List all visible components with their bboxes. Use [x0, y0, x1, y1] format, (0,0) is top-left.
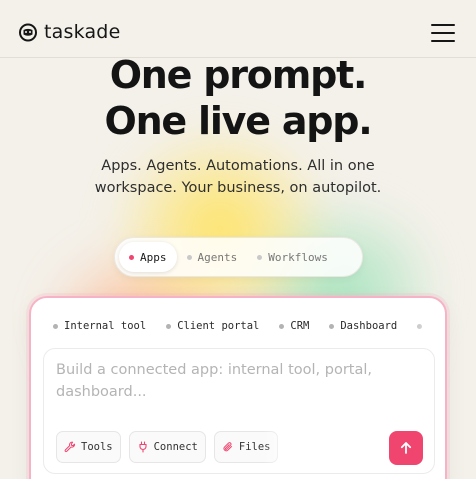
connect-button-label: Connect: [153, 441, 198, 453]
tab-agents[interactable]: Agents: [177, 242, 248, 272]
chip-crm[interactable]: CRM: [279, 320, 309, 332]
dot-icon: [329, 323, 335, 329]
wrench-icon: [64, 441, 76, 453]
hero-title-line-1: One prompt.: [109, 53, 368, 97]
dot-icon: [279, 323, 285, 329]
brand-logo[interactable]: taskade: [18, 20, 120, 44]
prompt-card: Internal tool Client portal CRM Dashboar…: [29, 296, 447, 479]
toolbar-fade: [262, 431, 302, 465]
brand-name: taskade: [44, 21, 121, 43]
tab-agents-label: Agents: [197, 250, 238, 264]
tab-workflows-label: Workflows: [268, 250, 328, 264]
dot-icon: [166, 323, 172, 329]
hero: One prompt. One live app. Apps. Agents. …: [0, 52, 476, 199]
hero-title-line-2: One live app.: [104, 99, 372, 143]
active-dot-icon: [129, 254, 134, 260]
prompt-input[interactable]: [56, 359, 396, 419]
send-button[interactable]: [389, 431, 423, 465]
hero-subtitle: Apps. Agents. Automations. All in one wo…: [0, 155, 476, 199]
dot-icon: [186, 254, 192, 260]
prompt-toolbar: Tools Connect Files: [56, 431, 279, 463]
taskade-logo-icon: [19, 23, 37, 42]
chips-fade: [405, 312, 445, 340]
chip-label: Internal tool: [64, 320, 147, 332]
suggestion-chips: Internal tool Client portal CRM Dashboar…: [53, 320, 445, 332]
hero-title: One prompt. One live app.: [0, 52, 476, 144]
arrow-up-icon: [400, 442, 412, 454]
hero-subtitle-line-1: Apps. Agents. Automations. All in one: [101, 158, 375, 174]
tab-apps[interactable]: Apps: [119, 242, 177, 272]
chip-label: Dashboard: [340, 320, 398, 332]
connect-button[interactable]: Connect: [128, 431, 206, 463]
site-header: taskade: [0, 0, 476, 58]
paperclip-icon: [223, 442, 232, 452]
tab-apps-label: Apps: [140, 250, 167, 264]
dot-icon: [257, 254, 263, 260]
hamburger-menu-icon[interactable]: [431, 24, 455, 42]
tools-button-label: Tools: [81, 441, 113, 453]
chip-label: CRM: [290, 320, 310, 332]
dot-icon: [53, 323, 58, 329]
chip-internal-tool[interactable]: Internal tool: [53, 320, 146, 332]
prompt-box: Tools Connect Files: [43, 348, 435, 474]
tools-button[interactable]: Tools: [56, 431, 121, 463]
chip-dashboard[interactable]: Dashboard: [329, 320, 397, 332]
chip-client-portal[interactable]: Client portal: [166, 320, 259, 332]
plug-icon: [139, 441, 147, 453]
mode-switcher: Apps Agents Workflows: [114, 237, 363, 277]
chip-label: Client portal: [177, 320, 260, 332]
tab-workflows[interactable]: Workflows: [247, 242, 338, 272]
hero-subtitle-line-2: workspace. Your business, on autopilot.: [94, 180, 382, 196]
